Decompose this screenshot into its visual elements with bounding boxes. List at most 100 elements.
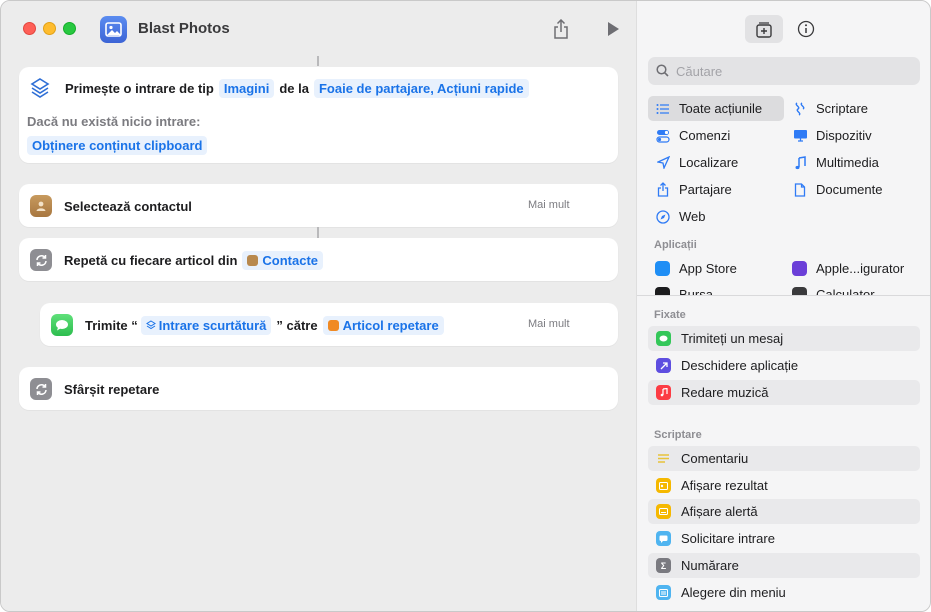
contacts-variable-token[interactable]: Contacte	[242, 250, 324, 270]
action-library-icon[interactable]	[745, 15, 783, 43]
send-message-more-button[interactable]: Mai mult	[528, 318, 570, 330]
scripting-show-result[interactable]: Afișare rezultat	[648, 473, 920, 498]
pinned-play-music[interactable]: Redare muzică	[648, 380, 920, 405]
app-store-icon	[655, 261, 670, 276]
category-label: Partajare	[679, 182, 732, 197]
close-window-button[interactable]	[23, 22, 36, 35]
send-message-action[interactable]: Trimite “ Intrare scurtătură ” către Art…	[40, 303, 618, 346]
scripting-section-header: Scriptare	[654, 429, 702, 441]
scripting-label: Comentariu	[681, 451, 749, 466]
shortcut-input-label: Intrare scurtătură	[158, 317, 267, 333]
action-library-panel: Toate acțiunile Scriptare Comenzi Dispoz…	[636, 1, 930, 611]
window-title: Blast Photos	[138, 20, 230, 37]
category-sharing[interactable]: Partajare	[648, 177, 784, 202]
title-bar: Blast Photos	[1, 1, 636, 57]
compass-icon	[655, 209, 671, 225]
music-note-icon	[792, 155, 808, 171]
maximize-window-button[interactable]	[63, 22, 76, 35]
app-item-apple-configurator[interactable]: Apple...igurator	[785, 256, 925, 281]
category-location[interactable]: Localizare	[648, 150, 784, 175]
fallback-action-token[interactable]: Obținere conținut clipboard	[27, 136, 208, 155]
toggle-icon	[655, 128, 671, 144]
messages-icon	[51, 314, 73, 336]
app-item-calculator[interactable]: Calculator	[785, 282, 921, 295]
shortcut-layers-icon	[29, 77, 51, 99]
contacts-icon	[30, 195, 52, 217]
calculator-icon	[792, 287, 807, 295]
pinned-send-message[interactable]: Trimiteți un mesaj	[648, 326, 920, 351]
category-controls[interactable]: Comenzi	[648, 123, 784, 148]
share-icon	[655, 182, 671, 198]
photos-shortcut-icon[interactable]	[100, 16, 127, 43]
scripting-label: Numărare	[681, 558, 739, 573]
send-label-start: Trimite “	[85, 317, 138, 333]
search-input[interactable]	[676, 61, 906, 81]
panel-divider	[637, 295, 930, 296]
category-label: Multimedia	[816, 155, 879, 170]
search-field[interactable]	[648, 57, 920, 85]
minimize-window-button[interactable]	[43, 22, 56, 35]
category-label: Scriptare	[816, 101, 869, 116]
sigma-icon: Σ	[656, 558, 671, 573]
input-source-token[interactable]: Foaie de partajare, Acțiuni rapide	[313, 78, 529, 98]
send-label-mid: ” către	[276, 317, 318, 333]
category-label: Localizare	[679, 155, 739, 170]
category-documents[interactable]: Documente	[785, 177, 921, 202]
no-input-label: Dacă nu există nicio intrare:	[27, 114, 201, 129]
share-icon[interactable]	[549, 17, 573, 41]
category-media[interactable]: Multimedia	[785, 150, 921, 175]
select-contact-label: Selectează contactul	[64, 198, 192, 214]
app-label: Bursa	[679, 287, 713, 295]
end-repeat-action[interactable]: Sfârșit repetare	[19, 367, 618, 410]
app-item-stocks[interactable]: Bursa	[648, 282, 784, 295]
repeat-icon	[30, 378, 52, 400]
receive-input-action[interactable]: Primește o intrare de tip Imagini de la …	[19, 67, 618, 163]
input-type-token[interactable]: Imagini	[218, 78, 275, 98]
apps-overflow-row: Bursa Calculator	[637, 282, 930, 295]
search-icon	[656, 64, 669, 77]
scripting-count[interactable]: Σ Numărare	[648, 553, 920, 578]
shortcut-input-token[interactable]: Intrare scurtătură	[140, 315, 272, 335]
run-shortcut-play-icon[interactable]	[601, 17, 625, 41]
category-label: Dispozitiv	[816, 128, 872, 143]
category-all-actions[interactable]: Toate acțiunile	[648, 96, 784, 121]
display-icon	[792, 128, 808, 144]
music-note-icon	[656, 385, 671, 400]
flow-connector	[317, 56, 319, 66]
pinned-open-app[interactable]: Deschidere aplicație	[648, 353, 920, 378]
messages-icon	[656, 331, 671, 346]
scripting-ask-input[interactable]: Solicitare intrare	[648, 526, 920, 551]
shortcut-editor: Blast Photos Primește o intrare de tip I…	[1, 1, 636, 611]
category-label: Documente	[816, 182, 883, 197]
app-label: Apple...igurator	[816, 261, 905, 276]
flow-connector	[317, 227, 319, 238]
scripting-label: Alegere din meniu	[681, 585, 786, 600]
repeat-item-label: Articol repetare	[342, 317, 439, 333]
category-device[interactable]: Dispozitiv	[785, 123, 921, 148]
app-label: App Store	[679, 261, 737, 276]
repeat-item-mini-icon	[327, 319, 339, 331]
repeat-item-token[interactable]: Articol repetare	[322, 315, 444, 335]
select-contact-more-button[interactable]: Mai mult	[528, 199, 570, 211]
scripting-show-alert[interactable]: Afișare alertă	[648, 499, 920, 524]
category-web[interactable]: Web	[648, 204, 784, 229]
category-scripting[interactable]: Scriptare	[785, 96, 921, 121]
speech-bubble-icon	[656, 531, 671, 546]
category-label: Comenzi	[679, 128, 731, 143]
repeat-label: Repetă cu fiecare articol din	[64, 252, 238, 268]
app-item-app-store[interactable]: App Store	[648, 256, 784, 281]
location-icon	[655, 155, 671, 171]
category-label: Toate acțiunile	[679, 101, 763, 116]
scripting-icon	[792, 101, 808, 117]
repeat-icon	[30, 249, 52, 271]
pinned-label: Deschidere aplicație	[681, 358, 799, 373]
pinned-label: Trimiteți un mesaj	[681, 331, 784, 346]
comment-lines-icon	[656, 451, 671, 466]
select-contact-action[interactable]: Selectează contactul Mai mult	[19, 184, 618, 227]
contacts-mini-icon	[247, 254, 259, 266]
info-icon[interactable]	[787, 15, 825, 43]
repeat-each-action[interactable]: Repetă cu fiecare articol din Contacte	[19, 238, 618, 281]
scripting-comment[interactable]: Comentariu	[648, 446, 920, 471]
scripting-choose-from-menu[interactable]: Alegere din meniu	[648, 580, 920, 605]
contacts-token-label: Contacte	[262, 252, 319, 268]
